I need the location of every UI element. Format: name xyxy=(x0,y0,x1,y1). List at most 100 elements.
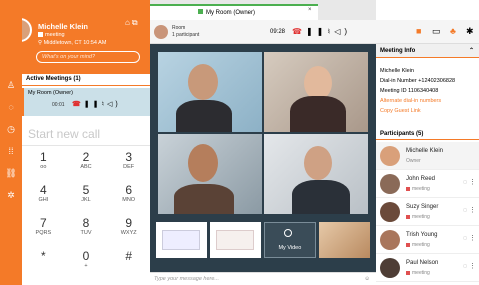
collapse-icon[interactable]: ⌃ xyxy=(469,47,474,54)
participant-row[interactable]: Trish Young meeting ◌ ⋮ xyxy=(376,226,479,254)
dialpad: 1 oo 2 ABC 3 DEF 4 GHI 5 JKL 6 MNO 7 PQRS 8 TUV … xyxy=(22,150,150,282)
user-header: Michelle Klein meeting ⚲ Middletown, CT … xyxy=(0,0,150,74)
participant-avatar xyxy=(380,230,400,250)
participant-list: Michelle Klein Owner John Reed meeting ◌… xyxy=(376,142,479,282)
copy-guest-link[interactable]: Copy Guest Link xyxy=(380,106,479,116)
room-label: Room xyxy=(172,25,186,31)
status-message-input[interactable]: What's on your mind? xyxy=(36,51,140,63)
key-7[interactable]: 7 PQRS xyxy=(22,216,65,249)
tab-label: My Room (Owner) xyxy=(206,10,256,16)
end-call-icon[interactable]: ☎ xyxy=(292,27,306,36)
participant-row[interactable]: Paul Nelson meeting ◌ ⋮ xyxy=(376,254,479,282)
shared-screen-thumbnail[interactable] xyxy=(156,222,207,258)
key-4[interactable]: 4 GHI xyxy=(22,183,65,216)
participant-row[interactable]: John Reed meeting ◌ ⋮ xyxy=(376,170,479,198)
participant-count: 1 participant xyxy=(172,32,200,38)
participant-row[interactable]: Michelle Klein Owner xyxy=(376,142,479,170)
status-icon xyxy=(406,270,410,275)
room-icon xyxy=(198,9,203,14)
new-call-input[interactable]: Start new call xyxy=(22,122,150,146)
more-icon[interactable]: ⋮ xyxy=(469,178,476,186)
meeting-controls: ☎❚❚♮◁) xyxy=(72,100,121,108)
call-timer: 09:28 xyxy=(270,29,286,35)
volume-icon[interactable]: ◁) xyxy=(334,27,351,36)
video-stage: ⤢ My Video xyxy=(150,44,376,272)
right-toolbar: ■ ▭ ♣ ✱ xyxy=(376,20,479,44)
key-star[interactable]: * xyxy=(22,249,65,282)
participant-thumbnail[interactable] xyxy=(319,222,370,258)
alternate-dial-in-link[interactable]: Alternate dial-in numbers xyxy=(380,96,479,106)
chat-icon[interactable]: ◌ xyxy=(0,96,22,118)
nav-rail: ♙ ◌ ◷ ⁞⁞ ⛓ ✲ xyxy=(0,0,22,285)
contacts-icon[interactable]: ♙ xyxy=(0,74,22,96)
key-6[interactable]: 6 MNO xyxy=(107,183,150,216)
chat-input[interactable]: Type your message here... ☺ xyxy=(150,272,376,285)
participant-row[interactable]: Suzy Singer meeting ◌ ⋮ xyxy=(376,198,479,226)
user-status[interactable]: meeting xyxy=(38,32,65,38)
my-video-label: My Video xyxy=(278,245,302,251)
my-video-thumbnail[interactable]: My Video xyxy=(263,222,317,258)
emoji-icon[interactable]: ☺ xyxy=(364,276,370,282)
pause-icon[interactable]: ❚❚ xyxy=(84,101,102,108)
key-5[interactable]: 5 JKL xyxy=(65,183,108,216)
screen-share-icon[interactable]: ▭ xyxy=(432,26,441,37)
meeting-timer: 00:01 xyxy=(52,102,65,108)
chat-icon[interactable]: ◌ xyxy=(463,235,467,242)
camera-icon xyxy=(283,229,292,237)
key-9[interactable]: 9 WXYZ xyxy=(107,216,150,249)
video-camera-icon[interactable]: ■ xyxy=(416,26,421,36)
more-icon[interactable]: ⋮ xyxy=(469,262,476,270)
status-icon xyxy=(406,242,410,247)
participants-icon[interactable]: ♣ xyxy=(450,26,456,36)
key-0[interactable]: 0 + xyxy=(65,249,108,282)
home-icon[interactable]: ⌂ xyxy=(125,18,132,27)
user-name: Michelle Klein xyxy=(38,22,89,31)
video-tile[interactable] xyxy=(158,134,262,214)
key-2[interactable]: 2 ABC xyxy=(65,150,108,183)
meeting-info-header[interactable]: Meeting Info ⌃ xyxy=(376,44,479,58)
video-tile[interactable] xyxy=(264,134,368,214)
meeting-control-bar: Room 1 participant 09:28 ☎❚❚♮◁) xyxy=(150,20,376,44)
thumbnail-strip: My Video xyxy=(156,222,370,258)
more-icon[interactable]: ✱ xyxy=(466,26,474,37)
participant-avatar xyxy=(380,258,400,278)
video-tile[interactable] xyxy=(264,52,368,132)
meeting-owner: Michelle Klein xyxy=(380,68,414,74)
key-hash[interactable]: # xyxy=(107,249,150,282)
new-window-icon[interactable]: ⧉ xyxy=(132,18,140,27)
history-icon[interactable]: ◷ xyxy=(0,118,22,140)
chat-icon[interactable]: ◌ xyxy=(463,263,467,270)
chat-icon[interactable]: ◌ xyxy=(463,207,467,214)
shared-screen-thumbnail[interactable] xyxy=(209,222,261,258)
status-label: meeting xyxy=(45,32,65,38)
meeting-id: Meeting ID 1106340408 xyxy=(380,88,439,94)
dialpad-icon[interactable]: ⁞⁞ xyxy=(0,140,22,162)
close-tab-icon[interactable]: × xyxy=(308,7,312,13)
status-icon xyxy=(406,214,410,219)
user-location: ⚲ Middletown, CT 10:54 AM xyxy=(38,40,107,46)
status-icon xyxy=(406,186,410,191)
owner-avatar xyxy=(154,25,168,39)
participant-avatar xyxy=(380,146,400,166)
tab-my-room[interactable]: My Room (Owner) xyxy=(150,4,318,20)
settings-icon[interactable]: ✲ xyxy=(0,184,22,206)
more-icon[interactable]: ⋮ xyxy=(469,206,476,214)
end-call-icon[interactable]: ☎ xyxy=(72,101,84,108)
video-grid xyxy=(158,52,368,214)
pause-icon[interactable]: ❚❚ xyxy=(306,27,327,36)
status-icon xyxy=(38,32,43,38)
video-tile[interactable] xyxy=(158,52,262,132)
participant-avatar xyxy=(380,202,400,222)
active-meetings-title: Active Meetings (1) xyxy=(22,76,150,86)
link-icon[interactable]: ⛓ xyxy=(0,162,22,184)
key-8[interactable]: 8 TUV xyxy=(65,216,108,249)
active-meeting-row[interactable]: My Room (Owner) 00:01 ☎❚❚♮◁) xyxy=(22,88,150,116)
chat-icon[interactable]: ◌ xyxy=(463,179,467,186)
meeting-info: Michelle Klein Dial-in Number +124023068… xyxy=(376,66,479,116)
key-1[interactable]: 1 oo xyxy=(22,150,65,183)
more-icon[interactable]: ⋮ xyxy=(469,234,476,242)
volume-icon[interactable]: ◁) xyxy=(107,101,121,108)
dial-in-number: Dial-in Number +12402306828 xyxy=(380,78,456,84)
participants-header: Participants (5) xyxy=(376,128,479,140)
key-3[interactable]: 3 DEF xyxy=(107,150,150,183)
